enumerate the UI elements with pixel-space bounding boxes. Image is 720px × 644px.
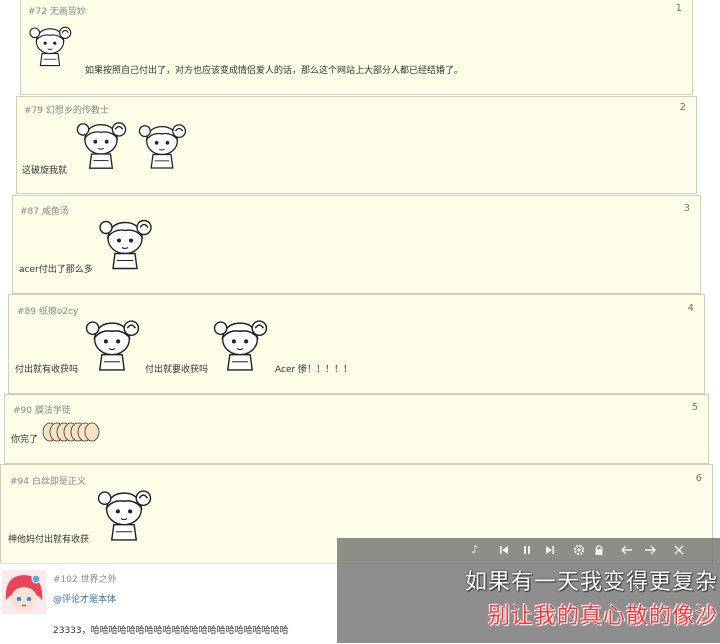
comment-text: 23333，哈哈哈哈哈哈哈哈哈哈哈哈哈哈哈哈哈哈哈哈哈哈 [53, 626, 289, 636]
chibi-emoticon [95, 216, 155, 272]
chibi-emoticon [209, 317, 271, 373]
comment-number: 4 [687, 303, 694, 314]
comment-text: 付出就要收获吗 [145, 365, 209, 375]
lock-icon[interactable] [591, 542, 607, 558]
lyric-line-next: 别让我的真心散的像沙 [487, 604, 718, 629]
comment-box-3: #87 咸鱼汤 3 acer付出了那么多 [12, 195, 701, 294]
comment-meta[interactable]: #79 幻想乡的传教士 [24, 103, 109, 116]
close-icon[interactable] [671, 542, 687, 558]
comment-text: 你完了 [11, 435, 39, 445]
comment-number: 1 [675, 3, 682, 14]
comment-text: 这破旋我就 [22, 166, 68, 176]
forward-icon[interactable] [642, 542, 658, 558]
comment-number: 2 [679, 102, 686, 113]
comment-text: 如果按照自己付出了，对方也应该变成情侣爱人的话，那么这个网站上大部分人都已经结婚… [85, 66, 464, 76]
comment-text: Acer 惨！！！！！ [275, 365, 353, 375]
crowd-emoticon [41, 421, 101, 443]
chibi-emoticon [135, 121, 189, 171]
comment-box-5: #90 膜法学徒 5 你完了 [4, 394, 709, 464]
comment-text: 神他妈付出就有收获 [8, 535, 90, 545]
reply-mention[interactable]: @评论才是本体 [53, 592, 116, 605]
avatar[interactable] [2, 570, 46, 614]
comment-text: acer付出了那么多 [19, 265, 93, 275]
comment-number: 5 [691, 402, 698, 413]
comment-box-4: #89 纸瘪o2cy 4 付出就有收获吗 付出就要收获吗 Acer 惨！！！！！ [8, 294, 705, 394]
player-toolbar: ♪ [337, 538, 720, 562]
comment-meta[interactable]: #102 世界之外 [53, 572, 117, 585]
comment-box-2: #79 幻想乡的传教士 2 这破旋我就 [16, 96, 697, 194]
comment-meta[interactable]: #72 无画皆妙 [28, 4, 86, 17]
music-note-icon[interactable]: ♪ [467, 542, 483, 558]
lyric-line-current: 如果有一天我变得更复杂 [464, 570, 718, 595]
comment-meta[interactable]: #89 纸瘪o2cy [17, 304, 78, 317]
chibi-emoticon [93, 487, 155, 543]
comment-number: 3 [683, 203, 690, 214]
chibi-emoticon [26, 22, 74, 70]
previous-icon[interactable] [496, 542, 512, 558]
pause-icon[interactable] [519, 542, 535, 558]
settings-icon[interactable] [571, 542, 587, 558]
chibi-emoticon [81, 317, 143, 373]
comment-text: 付出就有收获吗 [15, 365, 79, 375]
comment-meta[interactable]: #94 白丝即是正义 [10, 474, 86, 487]
comment-meta[interactable]: #87 咸鱼汤 [20, 204, 69, 217]
chibi-emoticon [72, 119, 130, 171]
comment-meta[interactable]: #90 膜法学徒 [13, 403, 71, 416]
music-player-overlay: ♪ 如果有一天我变得更复杂 别让我的真心散的像沙 [337, 538, 720, 643]
back-icon[interactable] [619, 542, 635, 558]
comment-box-1: #72 无画皆妙 1 如果按照自己付出了，对方也应该变成情侣爱人的话，那么这个网… [20, 0, 693, 95]
comment-number: 6 [695, 473, 702, 484]
next-icon[interactable] [542, 542, 558, 558]
